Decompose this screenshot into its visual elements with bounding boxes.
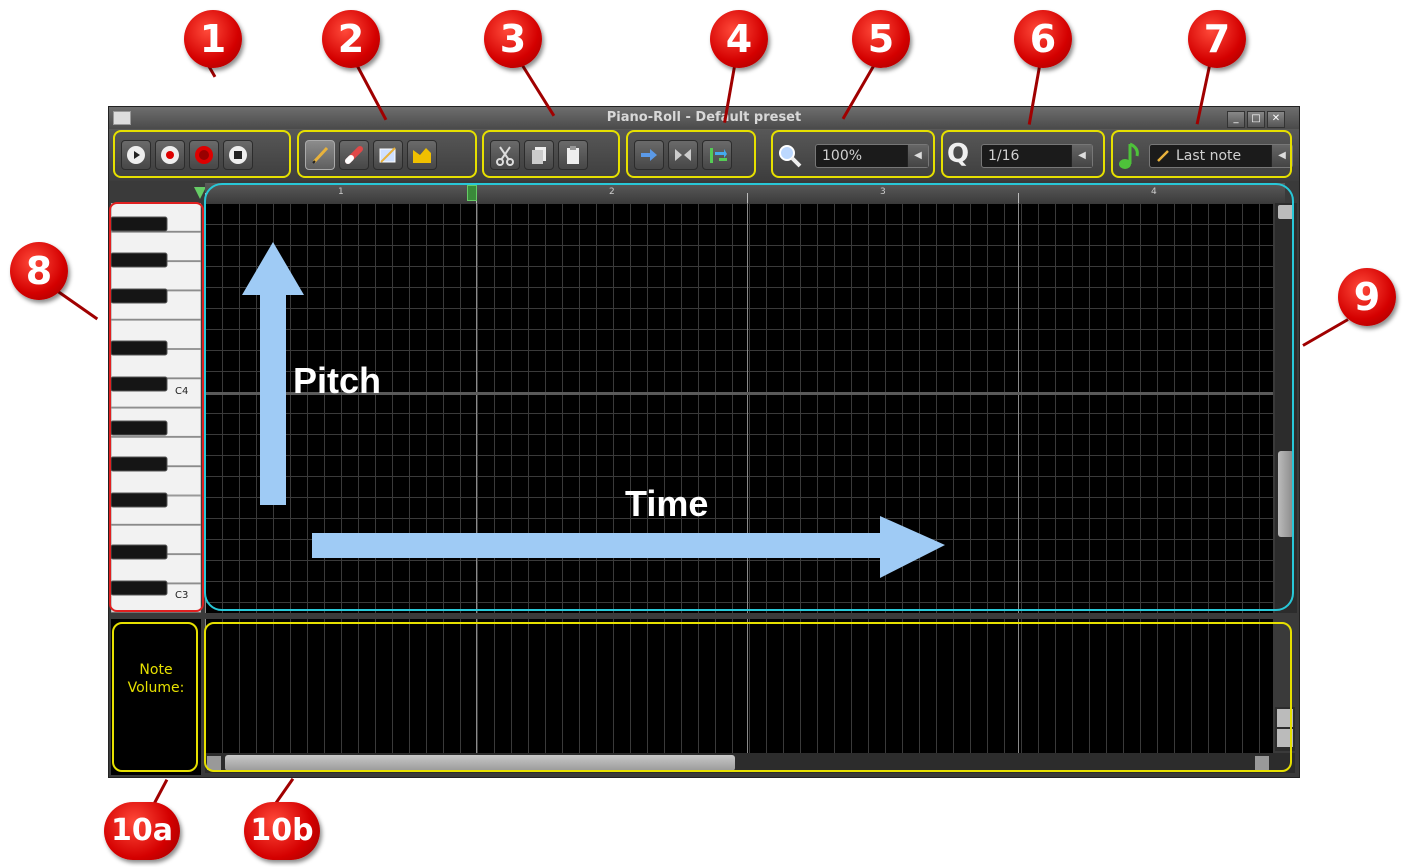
highlight-note-length (1111, 130, 1292, 178)
highlight-zoom (771, 130, 935, 178)
callout-7: 7 (1188, 10, 1246, 68)
highlight-clipboard (482, 130, 620, 178)
callout-9: 9 (1338, 268, 1396, 326)
callout-2: 2 (322, 10, 380, 68)
callout-10a: 10a (104, 802, 180, 860)
highlight-piano (109, 202, 204, 612)
callout-5: 5 (852, 10, 910, 68)
highlight-timeline (626, 130, 756, 178)
callout-3: 3 (484, 10, 542, 68)
highlight-transport (113, 130, 291, 178)
highlight-volume-label (112, 622, 198, 772)
highlight-quantize (941, 130, 1105, 178)
callout-8: 8 (10, 242, 68, 300)
callout-4: 4 (710, 10, 768, 68)
highlight-edit-modes (297, 130, 477, 178)
callout-1: 1 (184, 10, 242, 68)
highlight-grid (204, 183, 1294, 611)
highlight-volume-area (204, 622, 1292, 772)
callout-6: 6 (1014, 10, 1072, 68)
callout-10b: 10b (244, 802, 320, 860)
